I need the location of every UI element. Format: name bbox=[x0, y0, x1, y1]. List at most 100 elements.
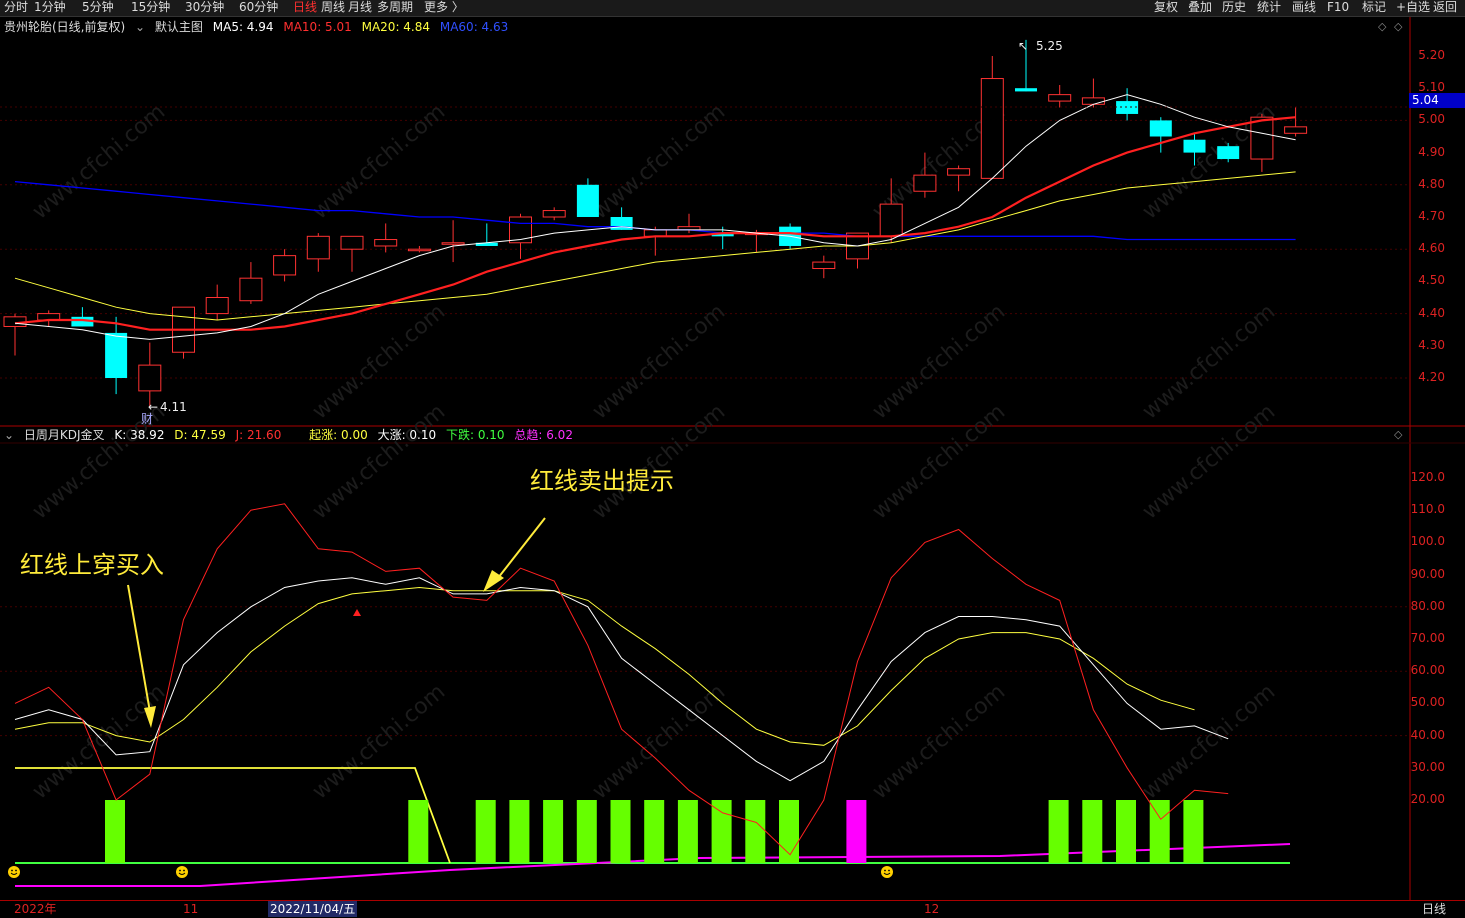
mark-button[interactable]: 标记 bbox=[1362, 0, 1386, 15]
k-line bbox=[14, 577, 1229, 782]
green-signal-bar bbox=[711, 800, 732, 863]
draw-button[interactable]: 画线 bbox=[1292, 0, 1316, 15]
period-label[interactable]: 日线 bbox=[1422, 901, 1446, 917]
candle-body bbox=[509, 216, 532, 244]
current-price-tag: 5.04 bbox=[1409, 93, 1465, 108]
candle-body bbox=[812, 261, 836, 270]
green-signal-bar bbox=[610, 800, 631, 863]
tab-weekly[interactable]: 周线 bbox=[321, 0, 345, 15]
smiley-eye bbox=[884, 869, 886, 872]
candle-body bbox=[205, 297, 229, 315]
smiley-eye bbox=[179, 869, 181, 872]
tab-more[interactable]: 更多 〉 bbox=[424, 0, 464, 15]
smiley-icon bbox=[176, 866, 188, 878]
annotation-arrows bbox=[127, 517, 546, 728]
collapse-icon-kdj[interactable]: ◇ bbox=[1394, 428, 1402, 441]
indicator-name[interactable]: 日周月KDJ金叉 bbox=[24, 428, 105, 442]
candle-body bbox=[1015, 88, 1037, 92]
candle-body bbox=[407, 248, 431, 252]
candle-body bbox=[1081, 97, 1105, 105]
diamond-icon[interactable]: ◇ bbox=[1378, 20, 1386, 33]
watermark-layer: www.cfchi.com www.cfchi.com www.cfchi.com w… bbox=[28, 99, 1280, 804]
green-signal-bar bbox=[1048, 800, 1069, 863]
green-signal-bar bbox=[1183, 800, 1204, 863]
candle-body bbox=[1250, 116, 1274, 160]
watermark-text: www.cfchi.com bbox=[308, 99, 450, 224]
smiley-eye bbox=[11, 869, 13, 872]
collapse-icon[interactable]: ◇ bbox=[1394, 20, 1402, 33]
kdj-tick: 110.0 bbox=[1410, 502, 1445, 517]
candle-body bbox=[138, 364, 162, 392]
stats-button[interactable]: 统计 bbox=[1257, 0, 1281, 15]
add-watchlist-button[interactable]: +自选 bbox=[1396, 0, 1430, 15]
watermark-text: www.cfchi.com bbox=[1138, 679, 1280, 804]
tab-1min[interactable]: 1分钟 bbox=[34, 0, 66, 15]
finance-marker: 财 bbox=[141, 412, 153, 426]
kdj-tick: 20.00 bbox=[1410, 792, 1445, 806]
kdj-tick: 40.00 bbox=[1410, 727, 1445, 742]
price-tick: 4.40 bbox=[1418, 305, 1445, 320]
green-signal-bar bbox=[576, 800, 597, 863]
tab-fenshi[interactable]: 分时 bbox=[4, 0, 28, 15]
kdj-tick: 90.00 bbox=[1410, 566, 1445, 581]
d-value: D: 47.59 bbox=[174, 428, 226, 442]
tab-15min[interactable]: 15分钟 bbox=[131, 0, 170, 15]
smiley-icon bbox=[8, 866, 20, 878]
price-tick: 5.20 bbox=[1418, 48, 1445, 62]
tab-30min[interactable]: 30分钟 bbox=[185, 0, 224, 15]
low-price-label: 4.11 bbox=[160, 400, 187, 414]
candle-body bbox=[980, 78, 1004, 179]
candle-body bbox=[374, 239, 398, 247]
chevron-down-icon[interactable]: ⌄ bbox=[135, 20, 145, 34]
tab-60min[interactable]: 60分钟 bbox=[239, 0, 278, 15]
price-tick: 4.30 bbox=[1418, 337, 1445, 352]
chevron-down-icon[interactable]: ⌄ bbox=[4, 428, 14, 442]
selected-date: 2022/11/04/五 bbox=[268, 901, 358, 917]
green-signal-bar bbox=[543, 800, 564, 863]
price-tick: 4.20 bbox=[1418, 370, 1445, 384]
j-value: J: 21.60 bbox=[235, 428, 282, 442]
candle-body bbox=[1149, 120, 1172, 137]
fuquan-button[interactable]: 复权 bbox=[1154, 0, 1178, 15]
high-arrow-icon: ↖ bbox=[1018, 39, 1028, 53]
price-tick: 4.90 bbox=[1418, 144, 1445, 159]
candle-body bbox=[1183, 139, 1206, 153]
candle-body bbox=[105, 332, 128, 378]
back-button[interactable]: 返回 bbox=[1433, 0, 1457, 15]
watermark-text: www.cfchi.com bbox=[588, 99, 730, 224]
tab-daily[interactable]: 日线 bbox=[293, 0, 317, 15]
k-value: K: 38.92 bbox=[114, 428, 165, 442]
green-signal-bar bbox=[1116, 800, 1136, 863]
d-line bbox=[14, 586, 1195, 746]
kdj-tick: 30.00 bbox=[1410, 759, 1445, 774]
price-tick: 4.70 bbox=[1418, 209, 1445, 223]
year-label: 2022年 bbox=[14, 902, 57, 916]
candle-body bbox=[542, 210, 566, 218]
f10-button[interactable]: F10 bbox=[1327, 0, 1349, 15]
green-signal-bar bbox=[644, 800, 665, 863]
smiley-icon bbox=[881, 866, 893, 878]
main-chart-header: 贵州轮胎(日线,前复权) ⌄ 默认主图 MA5: 4.94 MA10: 5.01… bbox=[4, 19, 514, 35]
smiley-eye bbox=[183, 869, 185, 872]
ma60-value: MA60: 4.63 bbox=[439, 20, 509, 34]
high-price-label: 5.25 bbox=[1036, 39, 1063, 53]
candle-body bbox=[1048, 94, 1072, 102]
stock-title[interactable]: 贵州轮胎(日线,前复权) bbox=[4, 20, 125, 34]
tab-monthly[interactable]: 月线 bbox=[348, 0, 372, 15]
candle-body bbox=[1116, 101, 1139, 114]
kdj-header: ⌄ 日周月KDJ金叉 K: 38.92 D: 47.59 J: 21.60 起涨… bbox=[4, 427, 579, 443]
template-label[interactable]: 默认主图 bbox=[155, 20, 203, 34]
candle-body bbox=[879, 203, 903, 237]
tab-multi-period[interactable]: 多周期 bbox=[377, 0, 413, 15]
price-tick: 5.00 bbox=[1418, 112, 1445, 127]
dazhang-value: 大涨: 0.10 bbox=[377, 428, 437, 442]
candle-body bbox=[441, 242, 465, 245]
tab-5min[interactable]: 5分钟 bbox=[82, 0, 114, 15]
history-button[interactable]: 历史 bbox=[1222, 0, 1246, 15]
kline-chart[interactable]: www.cfchi.com www.cfchi.com www.cfchi.com w… bbox=[0, 17, 1465, 900]
candle-body bbox=[913, 174, 937, 192]
overlay-button[interactable]: 叠加 bbox=[1188, 0, 1212, 15]
kdj-tick: 80.00 bbox=[1410, 598, 1445, 613]
watermark-text: www.cfchi.com bbox=[308, 679, 450, 804]
kdj-tick: 120.0 bbox=[1410, 470, 1445, 484]
